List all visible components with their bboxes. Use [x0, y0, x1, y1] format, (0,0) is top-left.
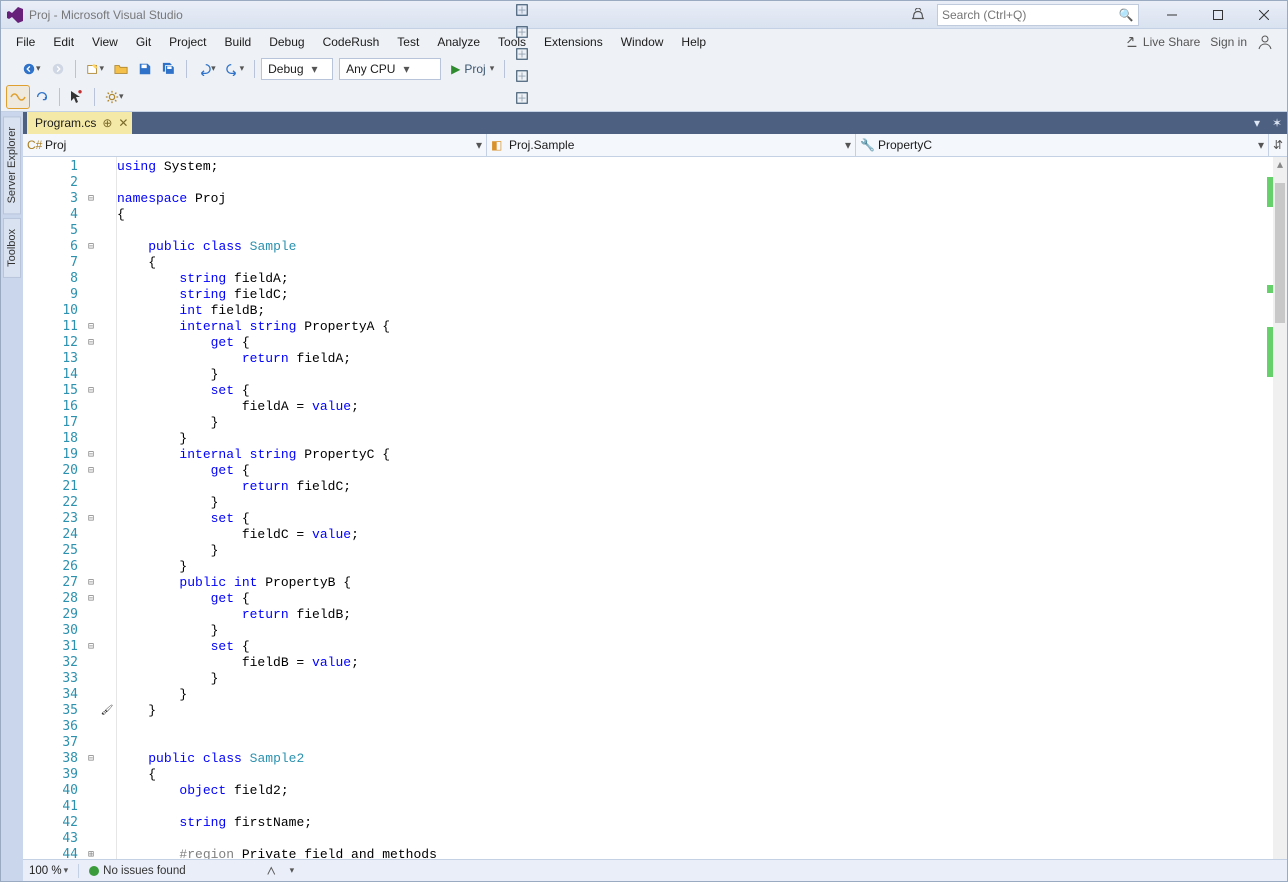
left-tool-tabs: Server Explorer Toolbox	[1, 112, 23, 881]
menu-help[interactable]: Help	[672, 32, 715, 52]
vs-logo-icon	[7, 7, 23, 23]
open-file-button[interactable]	[110, 58, 132, 80]
menu-project[interactable]: Project	[160, 32, 215, 52]
code-editor[interactable]: 1234567891011121314151617181920212223242…	[23, 157, 1287, 859]
redo-button[interactable]: ▾	[222, 58, 249, 80]
menu-bar: FileEditViewGitProjectBuildDebugCodeRush…	[1, 29, 1287, 55]
new-project-button[interactable]: ▾	[82, 58, 109, 80]
pin-icon[interactable]: ⊕	[102, 116, 112, 130]
coderush-refresh-button[interactable]	[31, 86, 53, 108]
coderush-toolbar: ● ▾	[1, 83, 1287, 112]
split-editor-button[interactable]: ⇵	[1269, 134, 1287, 156]
nav-type-combo[interactable]: ◧ Proj.Sample▾	[487, 134, 856, 156]
health-indicator-icon[interactable]	[266, 864, 280, 878]
vertical-scrollbar[interactable]: ▴	[1272, 157, 1287, 859]
notifications-icon[interactable]	[911, 8, 925, 22]
undo-button[interactable]: ▾	[193, 58, 220, 80]
menu-debug[interactable]: Debug	[260, 32, 313, 52]
ok-check-icon	[89, 866, 99, 876]
window-close-button[interactable]	[1241, 1, 1287, 28]
coderush-gear-button[interactable]: ▾	[101, 86, 128, 108]
toolbox-tab[interactable]: Toolbox	[3, 218, 21, 278]
window-options-button[interactable]: ✶	[1267, 116, 1287, 130]
class-icon: ◧	[491, 138, 505, 152]
live-share-button[interactable]: Live Share	[1125, 35, 1200, 49]
quick-search[interactable]: 🔍	[937, 4, 1139, 26]
navigation-bar: C# Proj▾ ◧ Proj.Sample▾ 🔧 PropertyC▾ ⇵	[23, 134, 1287, 157]
scrollbar-thumb[interactable]	[1275, 183, 1285, 323]
window-maximize-button[interactable]	[1195, 1, 1241, 28]
document-tab-label: Program.cs	[35, 116, 96, 130]
mark-c-button[interactable]	[511, 43, 533, 65]
mark-b-button[interactable]	[511, 21, 533, 43]
mark-a-button[interactable]	[511, 0, 533, 21]
title-bar: Proj - Microsoft Visual Studio 🔍	[1, 1, 1287, 29]
search-icon[interactable]: 🔍	[1116, 8, 1136, 22]
menu-test[interactable]: Test	[388, 32, 428, 52]
coderush-button-1[interactable]	[7, 86, 29, 108]
menu-build[interactable]: Build	[216, 32, 261, 52]
server-explorer-tab[interactable]: Server Explorer	[3, 116, 21, 214]
window-title: Proj - Microsoft Visual Studio	[29, 8, 183, 22]
quick-search-input[interactable]	[938, 8, 1116, 22]
configuration-combo[interactable]: Debug▾	[261, 58, 333, 80]
menu-view[interactable]: View	[83, 32, 127, 52]
csharp-project-icon: C#	[27, 138, 41, 152]
menu-edit[interactable]: Edit	[44, 32, 83, 52]
account-icon[interactable]	[1257, 34, 1273, 50]
overview-ruler	[1263, 157, 1273, 859]
menu-analyze[interactable]: Analyze	[428, 32, 489, 52]
zoom-combo[interactable]: 100 %▾	[29, 865, 68, 877]
menu-window[interactable]: Window	[612, 32, 673, 52]
save-button[interactable]	[134, 58, 156, 80]
document-tab-active[interactable]: Program.cs ⊕ ✕	[27, 112, 132, 134]
menu-file[interactable]: File	[7, 32, 44, 52]
status-bar: 100 %▾ No issues found ▾	[23, 859, 1287, 881]
tab-list-dropdown[interactable]: ▾	[1247, 116, 1267, 130]
property-icon: 🔧	[860, 138, 874, 152]
platform-combo[interactable]: Any CPU▾	[339, 58, 441, 80]
document-tab-strip: Program.cs ⊕ ✕ ▾ ✶	[23, 112, 1287, 134]
issues-indicator[interactable]: No issues found	[89, 865, 185, 877]
menu-coderush[interactable]: CodeRush	[314, 32, 389, 52]
standard-toolbar: ▾ ▾ ▾ ▾ Debug▾ Any CPU▾ ▶Proj▾	[1, 55, 1287, 83]
close-tab-button[interactable]: ✕	[118, 116, 128, 130]
save-all-button[interactable]	[158, 58, 180, 80]
coderush-cursor-button[interactable]: ●	[66, 86, 88, 108]
forward-button[interactable]	[47, 58, 69, 80]
window-minimize-button[interactable]	[1149, 1, 1195, 28]
sign-in-button[interactable]: Sign in	[1210, 35, 1247, 49]
live-share-icon	[1125, 35, 1139, 49]
menu-extensions[interactable]: Extensions	[535, 32, 612, 52]
nav-member-combo[interactable]: 🔧 PropertyC▾	[856, 134, 1269, 156]
menu-git[interactable]: Git	[127, 32, 160, 52]
back-button[interactable]: ▾	[18, 58, 45, 80]
nav-project-combo[interactable]: C# Proj▾	[23, 134, 487, 156]
start-debug-button[interactable]: ▶Proj▾	[447, 58, 498, 80]
